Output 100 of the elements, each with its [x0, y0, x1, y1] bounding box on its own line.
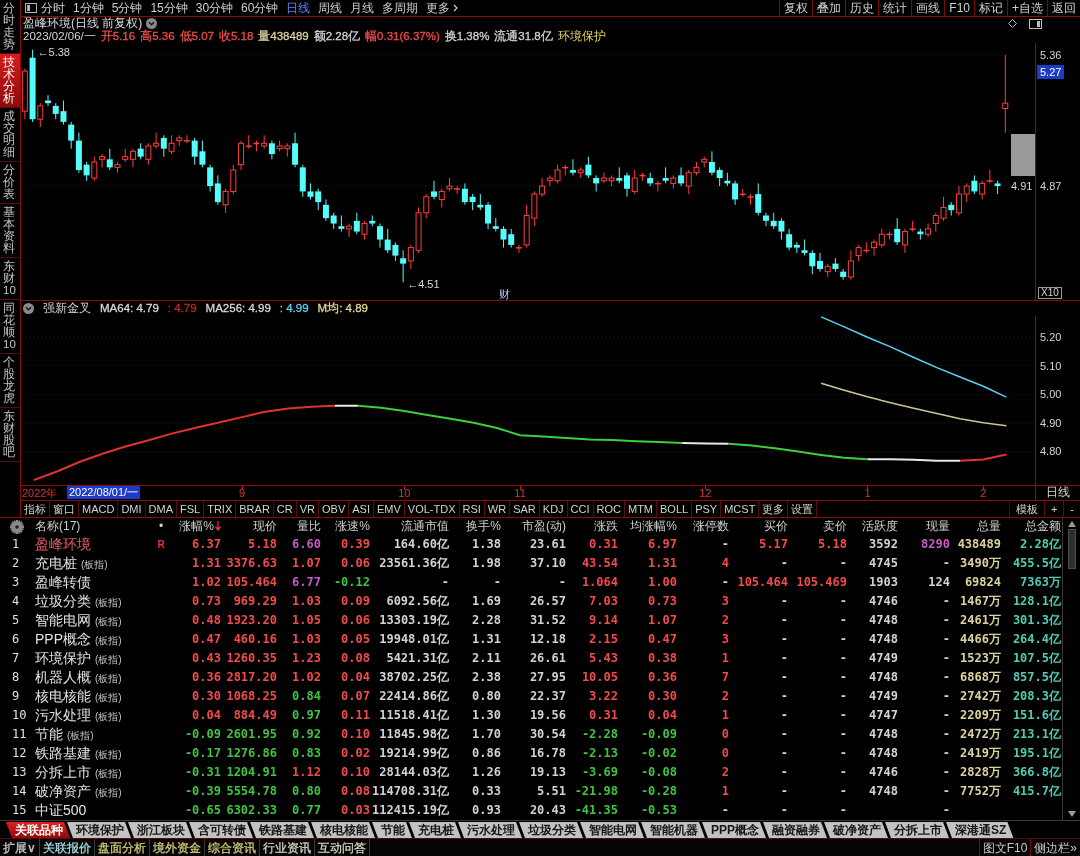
bottom-bar-button[interactable]: 综合资讯	[204, 839, 260, 856]
indicator-tool-button[interactable]: -	[1063, 501, 1080, 517]
stock-name[interactable]: PPP概念	[35, 631, 91, 648]
sector-tab[interactable]: PPP概念	[702, 822, 766, 838]
column-header[interactable]: 现量	[926, 519, 950, 534]
toolbar-button[interactable]: 复权	[779, 0, 813, 16]
bottom-bar-button[interactable]: 图文F10	[978, 839, 1031, 856]
bottom-bar-button[interactable]: 盘面分析	[94, 839, 150, 856]
bottom-bar-button[interactable]: 行业资讯	[259, 839, 315, 856]
scroll-down-icon[interactable]	[1067, 811, 1076, 817]
sector-tab[interactable]: 关联品种	[6, 822, 70, 838]
stock-name[interactable]: 盈峰环境	[35, 536, 91, 553]
toolbar-button[interactable]: 历史	[845, 0, 879, 16]
period-tab[interactable]: 月线	[346, 0, 379, 16]
side-tab[interactable]: 个股龙虎	[0, 354, 20, 408]
bottom-bar-button[interactable]: 侧边栏»	[1030, 839, 1080, 856]
indicator-tab[interactable]: MACD	[79, 501, 119, 517]
indicator-tab[interactable]: EMV	[373, 501, 405, 517]
sector-tab[interactable]: 充电桩	[409, 822, 461, 838]
indicator-tab[interactable]: 窗口	[50, 501, 79, 517]
toolbar-button[interactable]: F10	[944, 0, 974, 16]
indicator-tab[interactable]: 设置	[788, 501, 818, 517]
stock-name[interactable]: 中证500	[35, 802, 87, 819]
period-tab[interactable]: 更多	[422, 0, 463, 16]
column-header[interactable]: 现价	[253, 519, 277, 534]
dropdown-icon[interactable]	[23, 303, 34, 314]
sector-tab[interactable]: 破净资产	[824, 822, 888, 838]
indicator-tab[interactable]: ASI	[349, 501, 374, 517]
column-header[interactable]: 卖价	[823, 519, 847, 534]
sector-tab[interactable]: 智能电网	[580, 822, 644, 838]
sector-tab[interactable]: 垃圾分类	[519, 822, 583, 838]
bottom-bar-button[interactable]: 扩展∨	[0, 839, 40, 856]
side-tab[interactable]: 基本资料	[0, 204, 20, 258]
column-header[interactable]: 换手%	[466, 519, 501, 534]
column-header[interactable]: 涨跌	[594, 519, 618, 534]
side-tab[interactable]: 技术分析	[0, 54, 20, 108]
stock-name[interactable]: 节能	[35, 726, 63, 743]
side-tab[interactable]: 东财10	[0, 258, 20, 300]
indicator-tab[interactable]: DMI	[118, 501, 146, 517]
column-header[interactable]: 名称(17)	[35, 519, 81, 534]
column-header[interactable]: 总量	[977, 519, 1001, 534]
stock-name[interactable]: 智能电网	[35, 612, 91, 629]
column-header[interactable]: 活跃度	[862, 519, 898, 534]
sector-tab[interactable]: 智能机器	[641, 822, 705, 838]
period-tab[interactable]: 分时	[37, 0, 69, 16]
panel-toggle-icon[interactable]	[25, 3, 37, 13]
column-header[interactable]: 流通市值	[401, 519, 449, 534]
toolbar-button[interactable]: +自选	[1007, 0, 1047, 16]
stock-name[interactable]: 分拆上市	[35, 764, 91, 781]
sector-tab[interactable]: 铁路基建	[250, 822, 314, 838]
column-header[interactable]: 涨速%	[335, 519, 370, 534]
stock-name[interactable]: 机器人概	[35, 669, 91, 686]
indicator-tab[interactable]: BRAR	[236, 501, 274, 517]
stock-name[interactable]: 污水处理	[35, 707, 91, 724]
side-tab[interactable]: 同花顺10	[0, 300, 20, 354]
indicator-tab[interactable]: CCI	[567, 501, 594, 517]
sector-tab[interactable]: 深港通SZ	[946, 822, 1014, 838]
indicator-tab[interactable]: BOLL	[657, 501, 693, 517]
scroll-up-icon[interactable]	[1067, 521, 1076, 527]
indicator-tab[interactable]: CR	[273, 501, 297, 517]
stock-name[interactable]: 充电桩	[35, 555, 77, 572]
toolbar-button[interactable]: 标记	[974, 0, 1007, 16]
period-tab[interactable]: 30分钟	[191, 0, 238, 16]
panel-icon[interactable]	[1029, 18, 1042, 29]
sector-tab[interactable]: 分拆上市	[885, 822, 949, 838]
sector-tab[interactable]: 核电核能	[311, 822, 375, 838]
indicator-tab[interactable]: MCST	[721, 501, 760, 517]
stock-name[interactable]: 盈峰转债	[35, 574, 91, 591]
toolbar-button[interactable]: 画线	[911, 0, 945, 16]
indicator-tab[interactable]: VOL-TDX	[404, 501, 460, 517]
indicator-tab[interactable]: RSI	[459, 501, 485, 517]
stock-name[interactable]: 核电核能	[35, 688, 91, 705]
indicator-tab[interactable]: PSY	[692, 501, 722, 517]
toolbar-button[interactable]: 统计	[878, 0, 912, 16]
indicator-tab[interactable]: WR	[484, 501, 511, 517]
indicator-tab[interactable]: 更多	[759, 501, 789, 517]
side-tab[interactable]: 东财股吧	[0, 408, 20, 462]
indicator-tab[interactable]: DMA	[145, 501, 177, 517]
sector-tab[interactable]: 环境保护	[67, 822, 131, 838]
sector-tab[interactable]: 融资融券	[763, 822, 827, 838]
indicator-tab[interactable]: VR	[296, 501, 319, 517]
sector-tab[interactable]: 节能	[372, 822, 412, 838]
period-tab[interactable]: 5分钟	[107, 0, 147, 16]
settings-icon[interactable]	[10, 519, 24, 534]
diamond-icon[interactable]	[1008, 19, 1017, 28]
period-tab[interactable]: 1分钟	[69, 0, 108, 16]
indicator-tab[interactable]: KDJ	[539, 501, 568, 517]
stock-name[interactable]: 垃圾分类	[35, 593, 91, 610]
column-header[interactable]: 总金额	[1025, 519, 1061, 534]
bottom-bar-button[interactable]: 境外资金	[149, 839, 205, 856]
indicator-tool-button[interactable]: 模板	[1008, 501, 1044, 517]
indicator-tool-button[interactable]: +	[1043, 501, 1064, 517]
indicator-tab[interactable]: SAR	[510, 501, 540, 517]
bottom-bar-button[interactable]: 互动问答	[314, 839, 370, 856]
sector-tab[interactable]: 含可转债	[189, 822, 253, 838]
column-header[interactable]: 涨幅%	[179, 519, 221, 534]
dropdown-icon[interactable]	[146, 18, 158, 29]
indicator-tab[interactable]: 指标	[21, 501, 50, 517]
column-header[interactable]: 量比	[297, 519, 321, 534]
column-header[interactable]: 均涨幅%	[630, 519, 677, 534]
